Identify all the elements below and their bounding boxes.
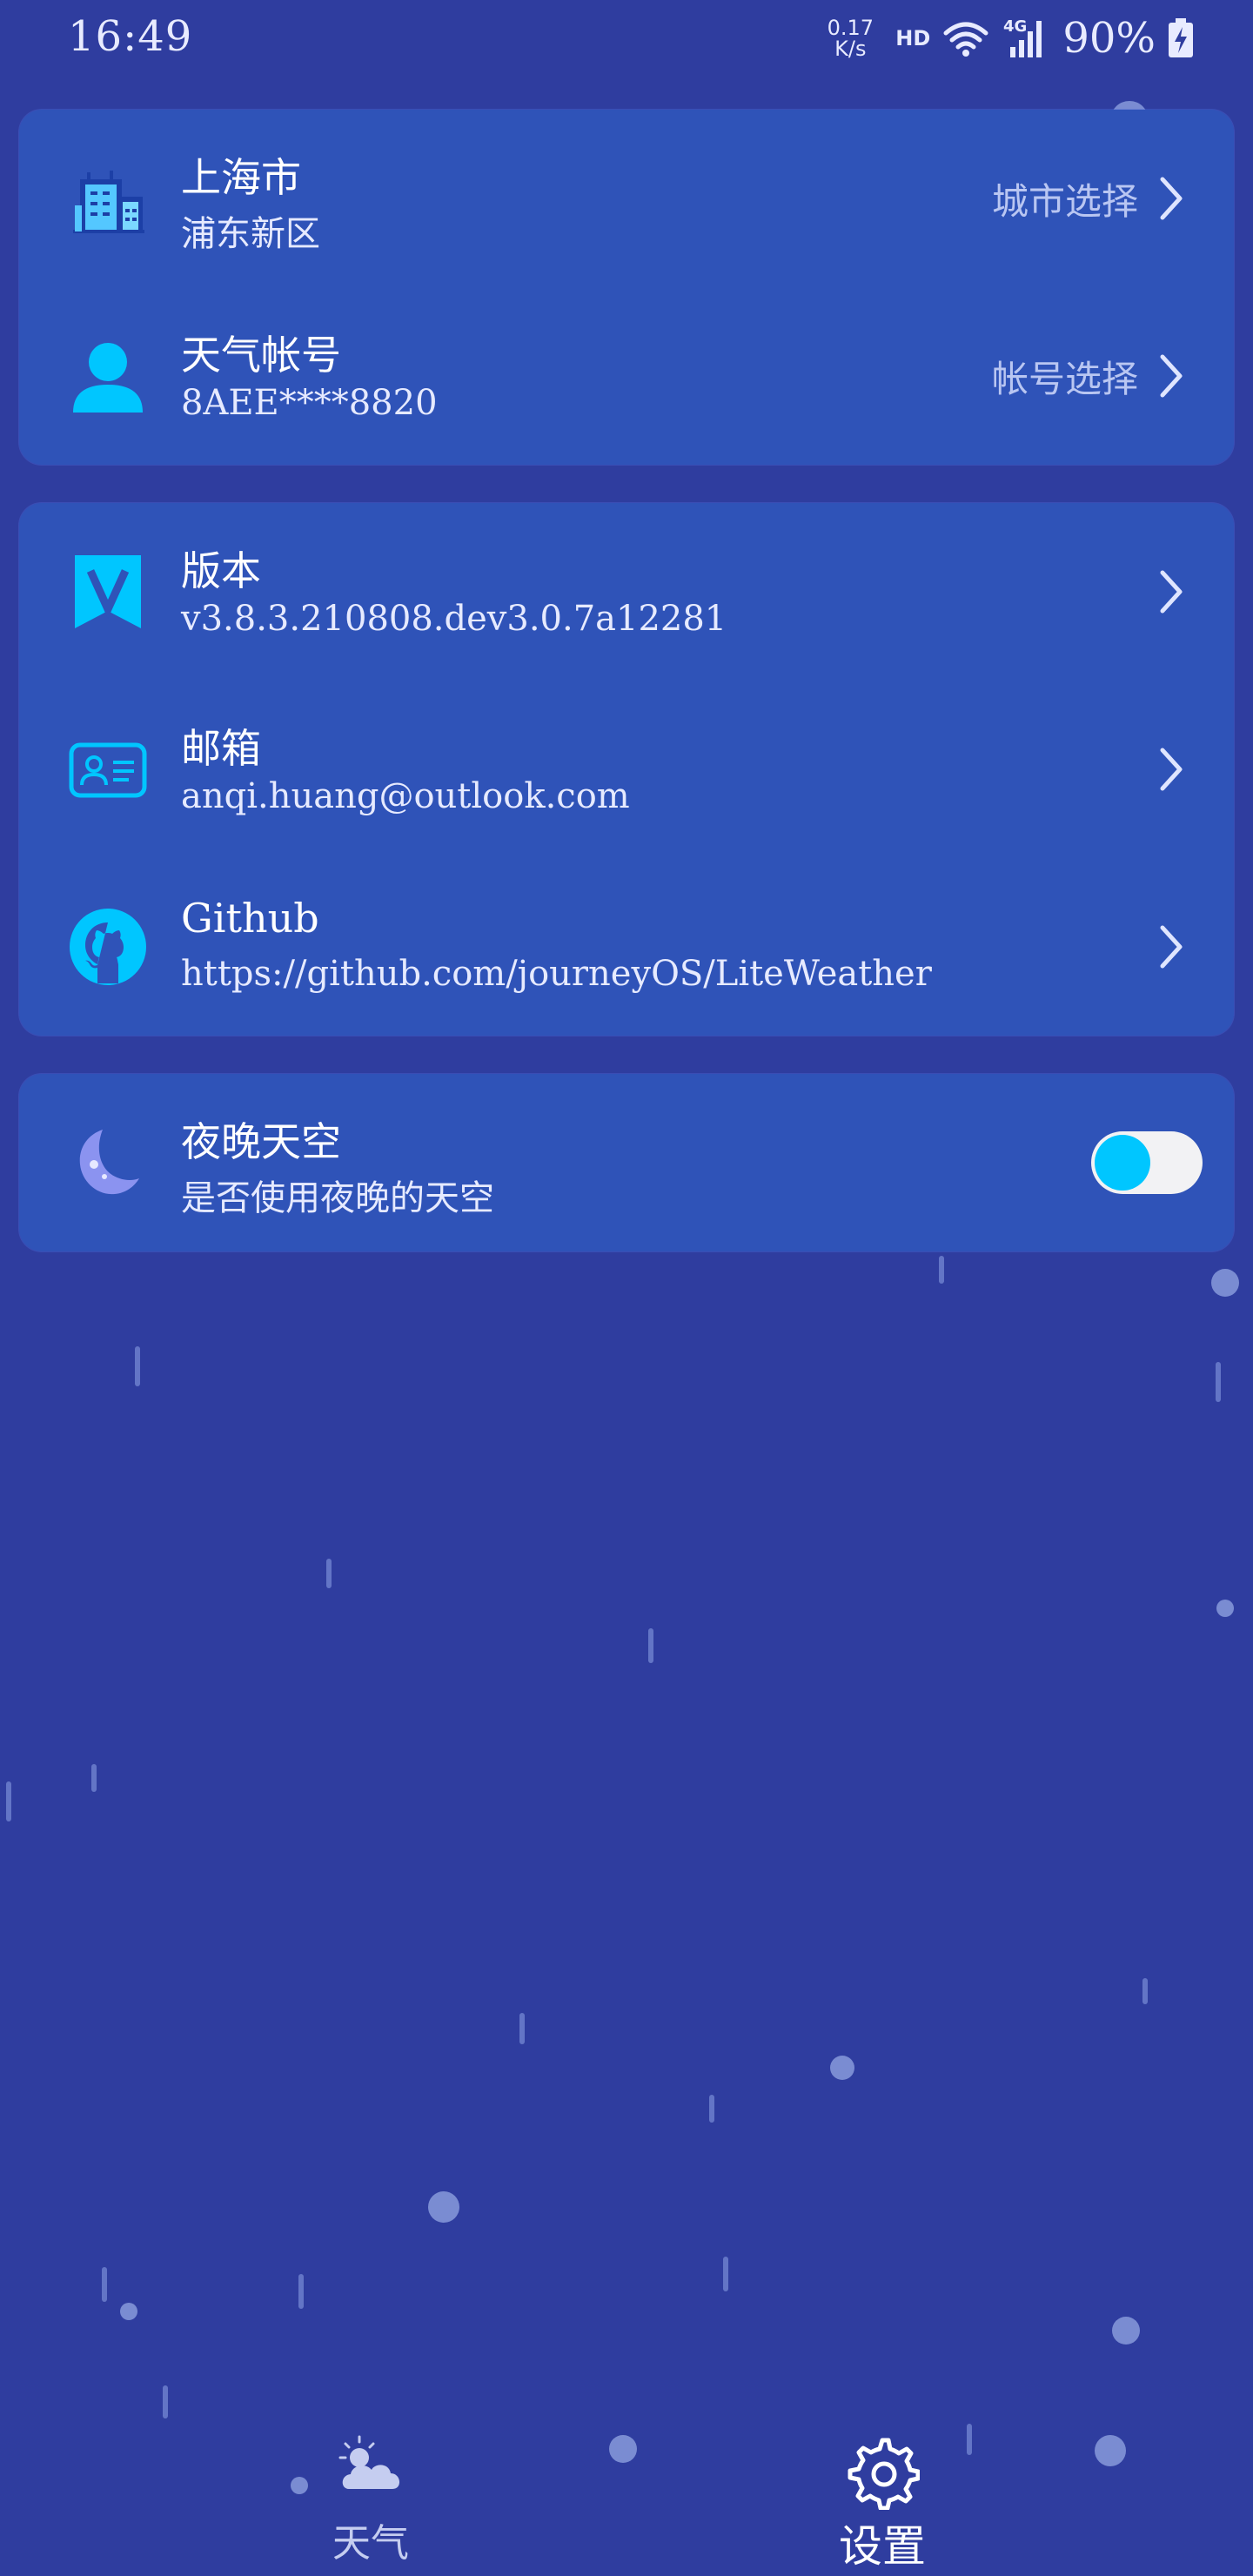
version-action[interactable]: [1157, 567, 1185, 616]
district-name: 浦东新区: [181, 214, 320, 254]
network-type: 4G: [1003, 17, 1027, 36]
night-sky-row[interactable]: 夜晚天空 是否使用夜晚的天空: [19, 1074, 1234, 1251]
night-sky-title: 夜晚天空: [181, 1118, 341, 1165]
chevron-right-icon: [1160, 177, 1183, 220]
account-title: 天气帐号: [181, 332, 341, 379]
github-action[interactable]: [1157, 922, 1185, 971]
version-value: v3.8.3.210808.dev3.0.7a12281: [181, 599, 727, 639]
contact-card-icon: [69, 742, 147, 798]
chevron-right-icon: [1160, 354, 1183, 398]
network-speed: 0.17 K/s: [824, 17, 876, 59]
night-sky-card: 夜晚天空 是否使用夜晚的天空: [19, 1074, 1234, 1251]
hd-badge: HD: [895, 26, 931, 50]
github-url[interactable]: https://github.com/journeyOS/LiteWeather: [181, 954, 932, 994]
city-select-row[interactable]: 上海市 浦东新区 城市选择: [19, 110, 1234, 287]
city-select-label: 城市选择: [991, 179, 1138, 223]
chevron-right-icon: [1160, 925, 1183, 969]
chevron-right-icon: [1160, 570, 1183, 614]
email-action[interactable]: [1157, 745, 1185, 794]
nav-label-settings: 设置: [839, 2521, 926, 2572]
version-v-icon: [75, 555, 141, 628]
version-title: 版本: [181, 547, 261, 594]
bottom-navigation: 天气 设置: [0, 2411, 1253, 2576]
email-value: anqi.huang@outlook.com: [181, 776, 630, 816]
night-sky-toggle[interactable]: [1091, 1131, 1203, 1194]
cloudy-sun-icon: [338, 2435, 400, 2489]
user-icon: [73, 343, 143, 413]
github-icon: [70, 909, 146, 985]
email-row[interactable]: 邮箱 anqi.huang@outlook.com: [19, 681, 1234, 858]
nav-label-weather: 天气: [332, 2521, 409, 2566]
city-select-action[interactable]: 城市选择: [992, 174, 1185, 223]
night-sky-description: 是否使用夜晚的天空: [181, 1178, 494, 1218]
moon-icon: [79, 1130, 139, 1195]
nav-tab-weather[interactable]: 天气: [240, 2411, 501, 2576]
city-name: 上海市: [181, 154, 301, 201]
battery-percent: 90%: [1062, 14, 1156, 63]
account-id: 8AEE****8820: [181, 383, 438, 423]
city-buildings-icon: [73, 171, 144, 233]
chevron-right-icon: [1160, 748, 1183, 791]
status-indicators: 0.17 K/s HD 4G 90%: [824, 12, 1194, 64]
status-time: 16:49: [68, 12, 193, 61]
github-title: Github: [181, 895, 319, 942]
nav-tab-settings[interactable]: 设置: [752, 2411, 1013, 2576]
wifi-icon: [943, 22, 988, 57]
gear-icon: [848, 2438, 920, 2510]
account-select-action[interactable]: 帐号选择: [992, 352, 1185, 400]
battery-charging-icon: [1169, 18, 1193, 57]
cellular-signal-icon: 4G: [1003, 17, 1042, 57]
status-bar: 16:49 0.17 K/s HD 4G 90%: [0, 0, 1253, 75]
email-title: 邮箱: [181, 725, 261, 772]
account-select-label: 帐号选择: [991, 357, 1138, 400]
version-row[interactable]: 版本 v3.8.3.210808.dev3.0.7a12281: [19, 503, 1234, 681]
github-row[interactable]: Github https://github.com/journeyOS/Lite…: [19, 858, 1234, 1036]
account-select-row[interactable]: 天气帐号 8AEE****8820 帐号选择: [19, 287, 1234, 465]
toggle-knob: [1095, 1135, 1150, 1191]
network-speed-value: 0.17: [827, 16, 874, 40]
network-speed-unit: K/s: [834, 37, 867, 61]
location-account-card: 上海市 浦东新区 城市选择 天气帐号 8AEE****8820 帐号选择: [19, 110, 1234, 465]
info-card: 版本 v3.8.3.210808.dev3.0.7a12281 邮箱 anqi.…: [19, 503, 1234, 1036]
